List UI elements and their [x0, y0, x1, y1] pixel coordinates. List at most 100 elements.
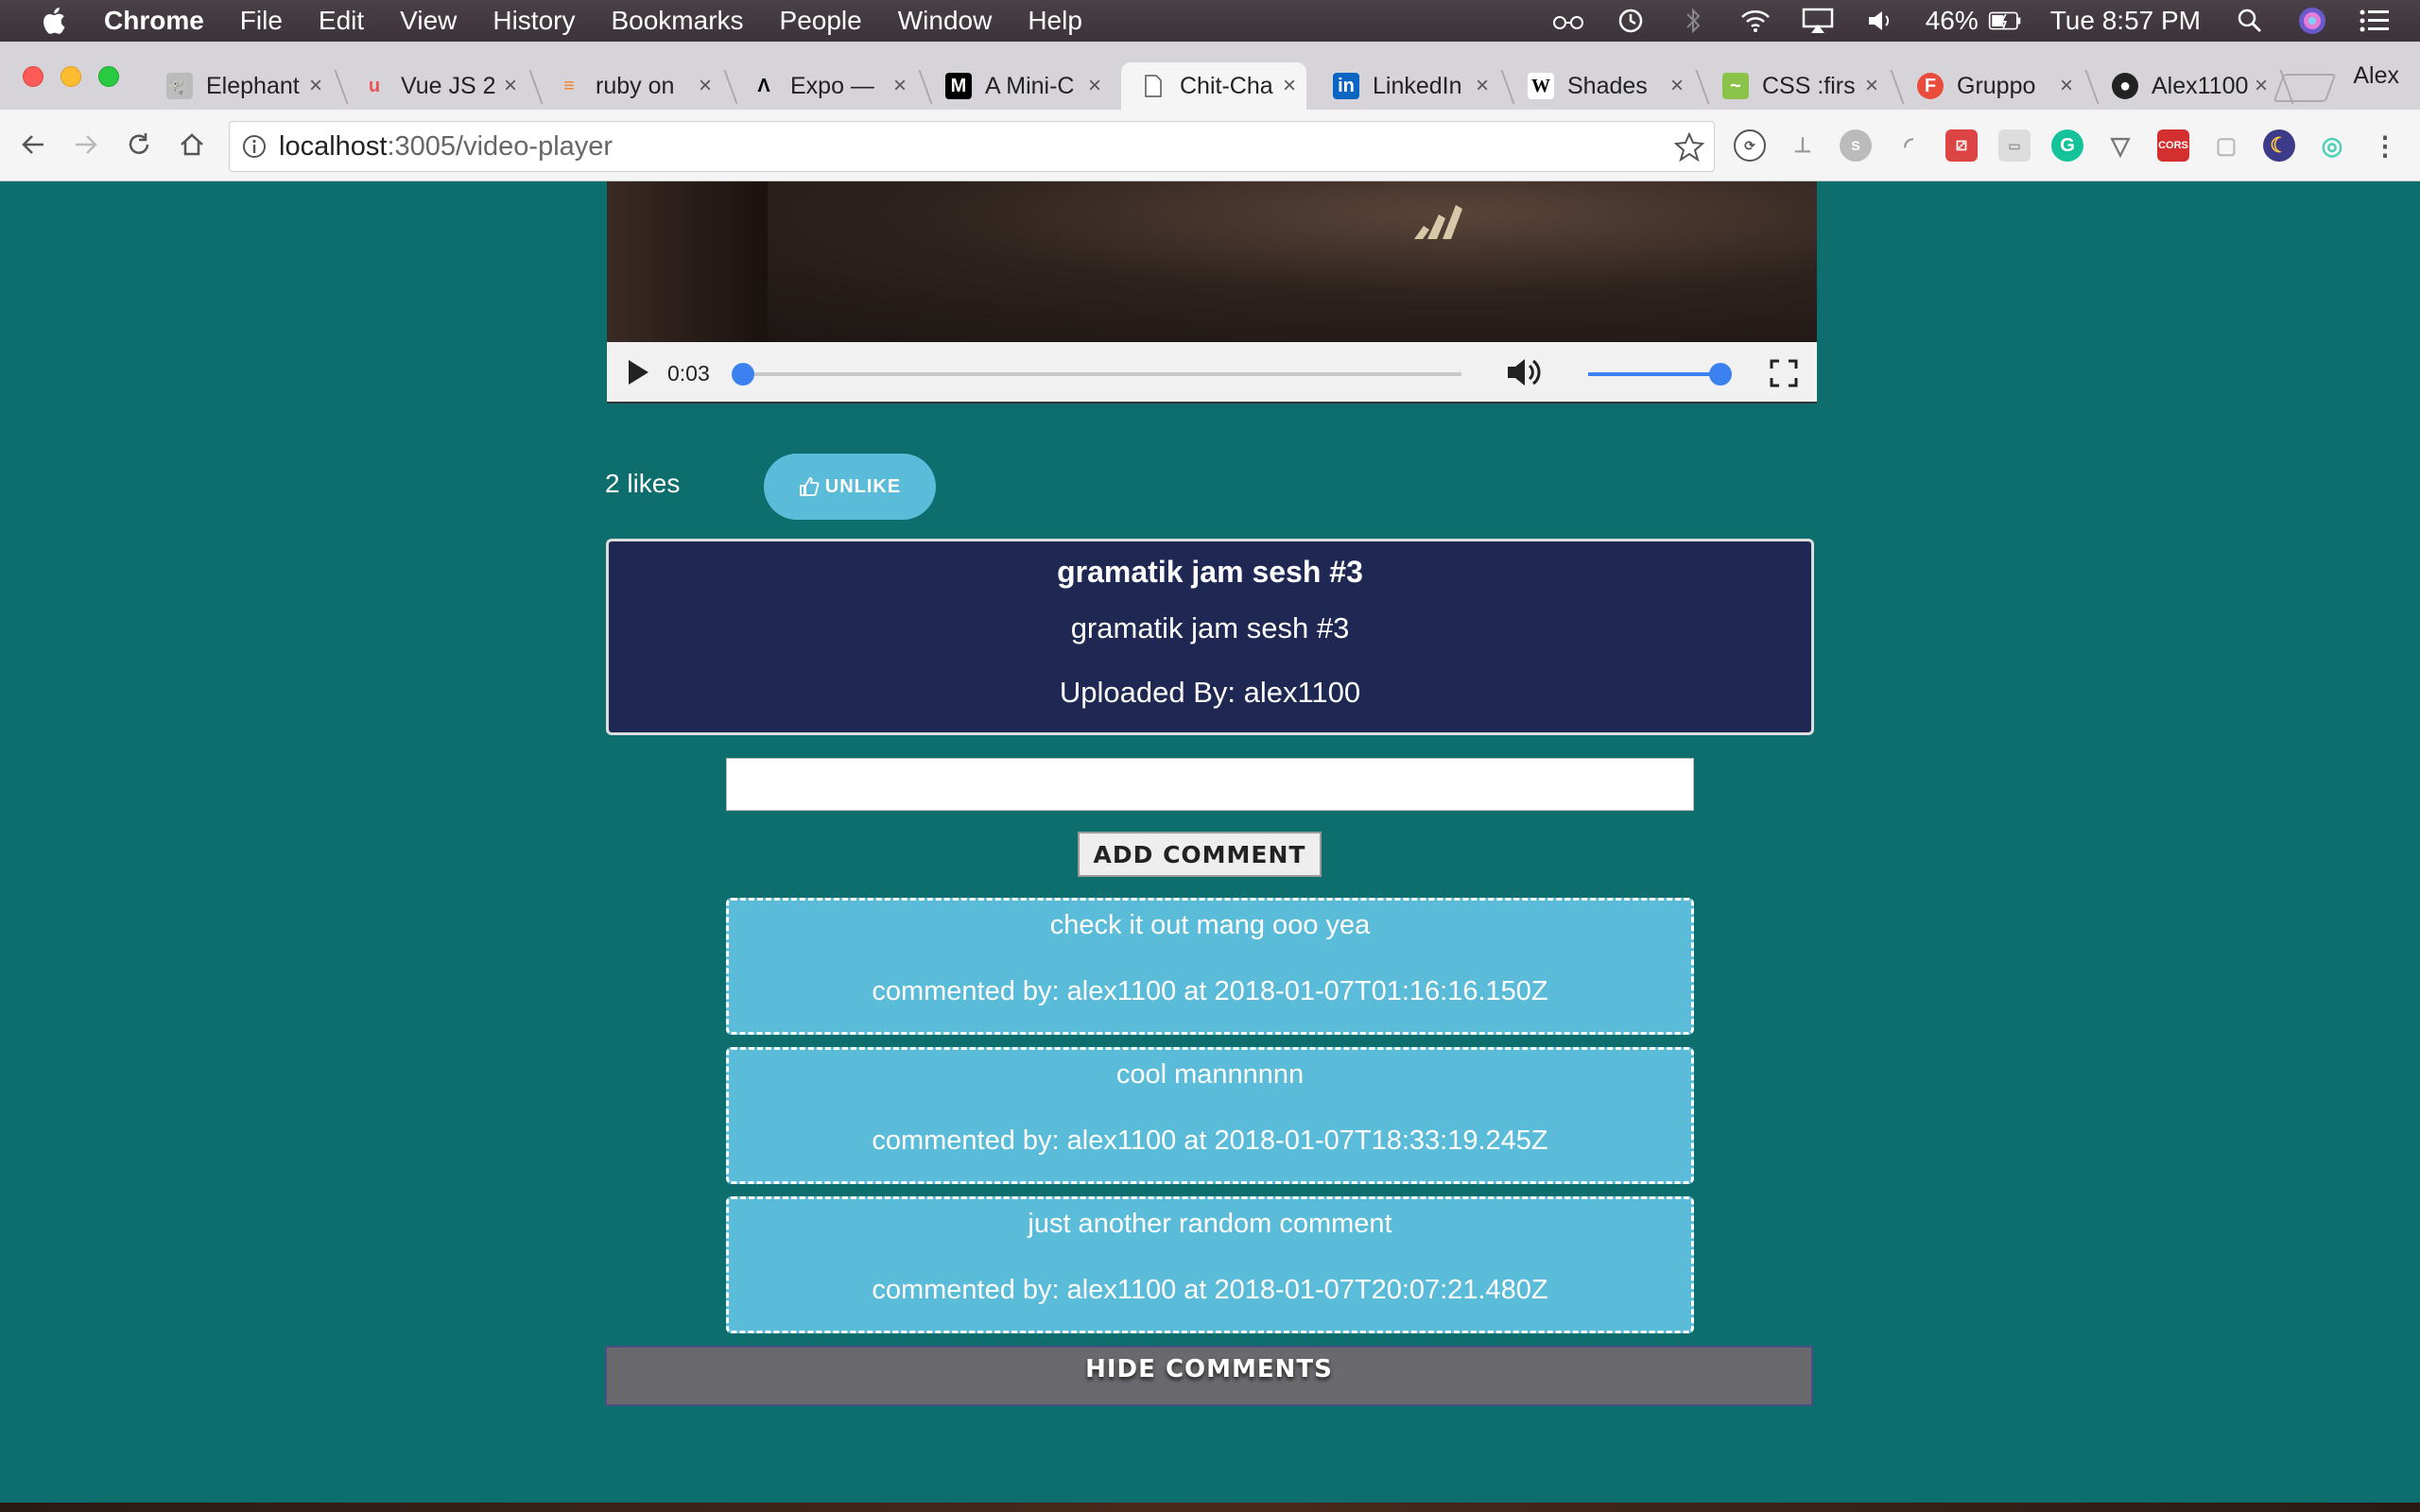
address-bar[interactable]: localhost:3005/video-player [229, 121, 1715, 172]
tab-wikipedia[interactable]: W Shades × [1509, 62, 1694, 110]
menu-history[interactable]: History [493, 6, 575, 36]
extension-dice-icon[interactable]: ⚂ [1945, 129, 1978, 162]
comment-item: cool mannnnnn commented by: alex1100 at … [726, 1047, 1694, 1184]
tab-css[interactable]: ~ CSS :firs × [1703, 62, 1889, 110]
video-frame-edge [607, 181, 768, 342]
bluetooth-icon[interactable] [1676, 7, 1710, 35]
close-tab-icon[interactable]: × [889, 73, 911, 99]
comment-item: check it out mang ooo yea commented by: … [726, 898, 1694, 1035]
bookmark-star-icon[interactable] [1674, 131, 1704, 162]
mute-volume-icon[interactable] [1505, 355, 1543, 389]
unlike-button[interactable]: UNLIKE [764, 454, 936, 520]
extension-chat-icon[interactable]: ▢ [2210, 129, 2242, 162]
new-tab-button[interactable] [2273, 74, 2337, 102]
volume-slider[interactable] [1588, 363, 1732, 386]
tab-medium[interactable]: M A Mini-C × [926, 62, 1112, 110]
tab-github[interactable]: ● Alex1100 × [2093, 62, 2278, 110]
close-tab-icon[interactable]: × [1860, 73, 1883, 99]
tab-label: Expo — [790, 72, 874, 99]
extension-grammarly-icon[interactable]: G [2051, 129, 2083, 162]
video-time: 0:03 [667, 361, 710, 386]
menu-bookmarks[interactable]: Bookmarks [611, 6, 743, 36]
spotlight-search-icon[interactable] [2233, 7, 2267, 35]
linkedin-icon: in [1333, 73, 1359, 99]
tab-elephant[interactable]: 🐘 Elephant × [147, 62, 333, 110]
close-tab-icon[interactable]: × [1083, 73, 1106, 99]
thumbs-up-icon [799, 476, 820, 497]
tab-expo[interactable]: Λ Expo — × [732, 62, 917, 110]
tab-label: Gruppo [1957, 72, 2036, 99]
video-player[interactable]: 0:03 [607, 181, 1817, 404]
extension-skype-icon[interactable]: S [1840, 129, 1872, 162]
close-tab-icon[interactable]: × [1666, 73, 1688, 99]
time-machine-icon[interactable] [1614, 7, 1648, 35]
comment-meta: commented by: alex1100 at 2018-01-07T01:… [872, 976, 1548, 1006]
back-icon[interactable] [15, 127, 51, 163]
tab-linkedin[interactable]: in LinkedIn × [1314, 62, 1499, 110]
close-tab-icon[interactable]: × [1471, 73, 1494, 99]
document-icon [1140, 73, 1167, 99]
tab-gruppo[interactable]: F Gruppo × [1898, 62, 2083, 110]
notification-center-icon[interactable] [2358, 7, 2392, 35]
volume-thumb[interactable] [1709, 363, 1732, 386]
video-controls: 0:03 [607, 342, 1817, 404]
extension-vue-devtools-icon[interactable]: ▽ [2104, 129, 2136, 162]
close-window-button[interactable] [23, 66, 43, 87]
menu-people[interactable]: People [780, 6, 862, 36]
extension-pages-icon[interactable]: ▭ [1998, 129, 2031, 162]
menu-window[interactable]: Window [898, 6, 993, 36]
hide-comments-button[interactable]: HIDE COMMENTS [605, 1346, 1813, 1406]
menu-file[interactable]: File [240, 6, 283, 36]
extension-cast-icon[interactable]: ◜ [1893, 129, 1925, 162]
chrome-menu-icon[interactable]: ⋮ [2369, 129, 2401, 162]
comment-input[interactable] [726, 758, 1694, 811]
minimize-window-button[interactable] [60, 66, 81, 87]
tab-ruby[interactable]: ≡ ruby on × [537, 62, 722, 110]
volume-icon[interactable] [1863, 7, 1897, 35]
extension-sitemap-icon[interactable]: ⊥ [1787, 129, 1819, 162]
tab-chit-chat[interactable]: Chit-Cha × [1121, 62, 1306, 110]
info-icon[interactable] [241, 133, 268, 160]
tab-label: Alex1100 [2152, 72, 2249, 99]
home-icon[interactable] [174, 127, 210, 163]
forward-icon[interactable] [68, 127, 104, 163]
close-tab-icon[interactable]: × [2250, 73, 2273, 99]
airplay-icon[interactable] [1801, 7, 1835, 35]
wifi-icon[interactable] [1738, 7, 1772, 35]
font-icon: F [1917, 73, 1944, 99]
siri-icon[interactable] [2295, 7, 2329, 35]
menu-edit[interactable]: Edit [319, 6, 364, 36]
add-comment-button[interactable]: ADD COMMENT [1078, 832, 1322, 877]
play-icon[interactable] [626, 358, 650, 387]
maximize-window-button[interactable] [98, 66, 119, 87]
extension-sync-icon[interactable]: ⟳ [1734, 129, 1766, 162]
close-tab-icon[interactable]: × [2055, 73, 2078, 99]
extension-cors-icon[interactable]: CORS [2157, 129, 2189, 162]
extension-color-icon[interactable]: ◎ [2316, 129, 2348, 162]
extension-night-mode-icon[interactable]: ☾ [2263, 129, 2295, 162]
clock[interactable]: Tue 8:57 PM [2050, 6, 2201, 36]
seek-bar[interactable] [732, 363, 1461, 386]
apple-menu-icon[interactable] [38, 4, 72, 38]
fullscreen-icon[interactable] [1770, 359, 1798, 387]
video-frame[interactable] [607, 181, 1817, 342]
menu-view[interactable]: View [400, 6, 457, 36]
profile-name[interactable]: Alex [2353, 62, 2399, 90]
close-tab-icon[interactable]: × [304, 73, 327, 99]
seek-thumb[interactable] [732, 363, 754, 386]
reload-icon[interactable] [121, 127, 157, 163]
medium-icon: M [945, 73, 972, 99]
close-tab-icon[interactable]: × [694, 73, 717, 99]
tab-label: Shades [1567, 72, 1648, 99]
close-tab-icon[interactable]: × [499, 73, 522, 99]
tab-vue[interactable]: u Vue JS 2 × [342, 62, 527, 110]
battery-icon[interactable] [1988, 7, 2022, 35]
macos-menu-bar: Chrome File Edit View History Bookmarks … [0, 0, 2420, 42]
expo-icon: Λ [757, 75, 770, 96]
tab-label: A Mini-C [985, 72, 1075, 99]
adidas-logo-icon [1414, 205, 1462, 239]
menu-help[interactable]: Help [1028, 6, 1082, 36]
menu-app-name[interactable]: Chrome [104, 6, 204, 36]
glasses-icon[interactable] [1551, 7, 1585, 35]
close-tab-icon[interactable]: × [1278, 73, 1301, 99]
